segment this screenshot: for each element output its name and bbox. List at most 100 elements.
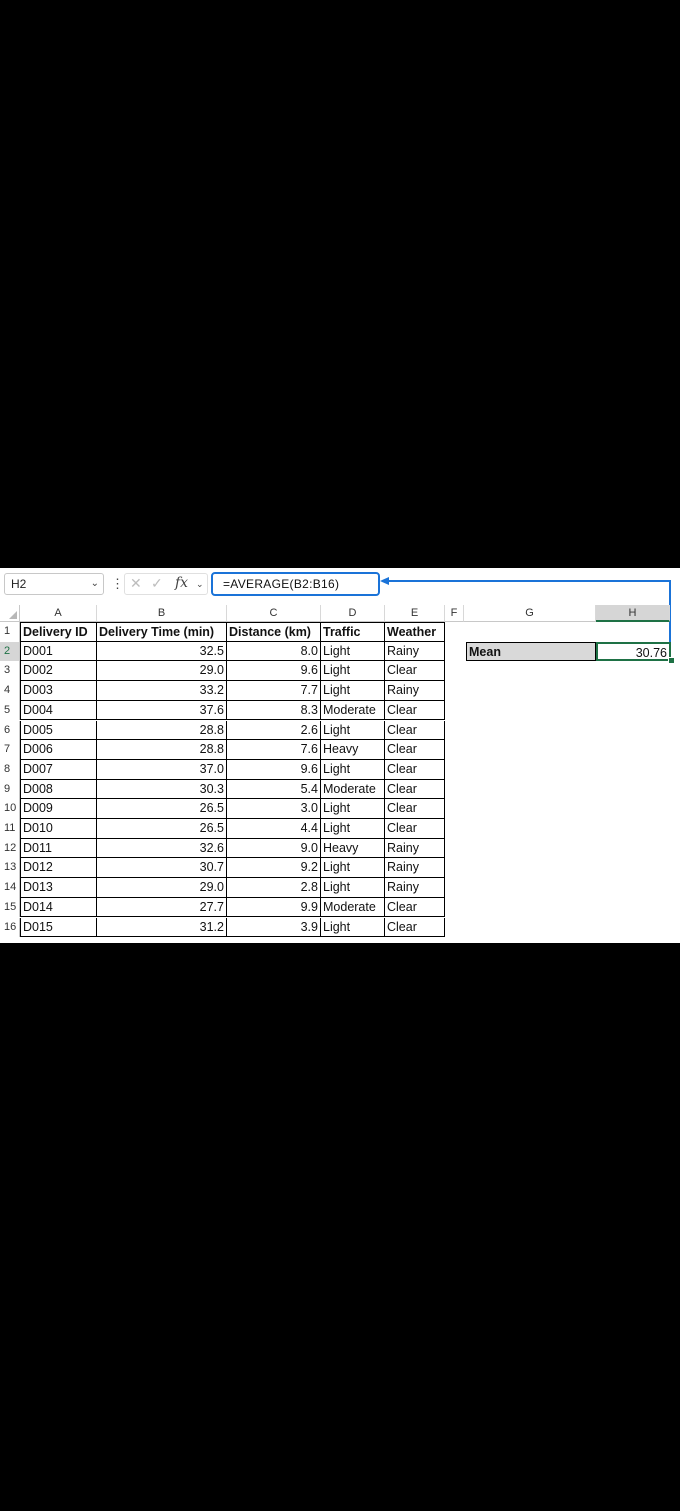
table-cell[interactable]: 31.2 xyxy=(97,917,227,938)
row-header-1[interactable]: 1 xyxy=(0,622,20,642)
table-cell[interactable]: Light xyxy=(321,878,385,898)
table-cell[interactable]: Light xyxy=(321,917,385,938)
table-cell[interactable]: D012 xyxy=(20,858,97,879)
table-cell[interactable]: 4.4 xyxy=(227,819,321,839)
enter-check-icon[interactable]: ✓ xyxy=(151,575,163,592)
table-cell[interactable]: Light xyxy=(321,720,385,741)
table-cell[interactable]: D009 xyxy=(20,799,97,819)
table-cell[interactable]: 5.4 xyxy=(227,779,321,800)
row-header-12[interactable]: 12 xyxy=(0,838,20,859)
chevron-down-icon[interactable]: ⌄ xyxy=(91,574,99,594)
table-cell[interactable]: Moderate xyxy=(321,779,385,800)
chevron-down-icon[interactable]: ⌄ xyxy=(196,579,204,590)
table-cell[interactable]: 29.0 xyxy=(97,661,227,682)
table-cell[interactable]: Rainy xyxy=(385,838,445,859)
table-cell[interactable]: 7.6 xyxy=(227,740,321,760)
column-header-e[interactable]: E xyxy=(385,605,445,622)
table-cell[interactable]: D003 xyxy=(20,681,97,701)
table-cell[interactable]: 28.8 xyxy=(97,740,227,760)
table-cell[interactable]: Moderate xyxy=(321,897,385,918)
column-header-b[interactable]: B xyxy=(97,605,227,622)
row-header-8[interactable]: 8 xyxy=(0,759,20,780)
cancel-icon[interactable]: ✕ xyxy=(130,575,142,592)
table-cell[interactable]: 33.2 xyxy=(97,681,227,701)
table-cell[interactable]: 30.7 xyxy=(97,858,227,879)
table-cell[interactable]: Light xyxy=(321,819,385,839)
table-cell[interactable]: Heavy xyxy=(321,838,385,859)
table-cell[interactable]: 3.9 xyxy=(227,917,321,938)
row-header-15[interactable]: 15 xyxy=(0,897,20,918)
table-cell[interactable]: 9.2 xyxy=(227,858,321,879)
formula-input[interactable]: =AVERAGE(B2:B16) xyxy=(211,572,380,596)
table-cell[interactable]: Clear xyxy=(385,819,445,839)
table-cell[interactable]: 28.8 xyxy=(97,720,227,741)
table-cell[interactable]: D005 xyxy=(20,720,97,741)
table-cell[interactable]: 32.6 xyxy=(97,838,227,859)
table-cell[interactable]: Light xyxy=(321,759,385,780)
table-cell[interactable]: D008 xyxy=(20,779,97,800)
row-header-3[interactable]: 3 xyxy=(0,661,20,682)
row-header-11[interactable]: 11 xyxy=(0,819,20,839)
table-cell[interactable]: 9.6 xyxy=(227,759,321,780)
table-header-cell[interactable]: Weather xyxy=(385,622,445,642)
table-header-cell[interactable]: Traffic xyxy=(321,622,385,642)
table-cell[interactable]: Clear xyxy=(385,759,445,780)
table-cell[interactable]: D004 xyxy=(20,700,97,721)
table-cell[interactable]: Rainy xyxy=(385,641,445,662)
table-cell[interactable]: 9.0 xyxy=(227,838,321,859)
row-header-14[interactable]: 14 xyxy=(0,878,20,898)
column-header-f[interactable]: F xyxy=(445,605,464,622)
table-cell[interactable]: 2.6 xyxy=(227,720,321,741)
table-cell[interactable]: Clear xyxy=(385,897,445,918)
table-cell[interactable]: 8.0 xyxy=(227,641,321,662)
table-cell[interactable]: 30.3 xyxy=(97,779,227,800)
table-cell[interactable]: 26.5 xyxy=(97,819,227,839)
table-header-cell[interactable]: Delivery Time (min) xyxy=(97,622,227,642)
table-cell[interactable]: 8.3 xyxy=(227,700,321,721)
more-options-icon[interactable]: ⋮ xyxy=(111,576,124,592)
column-header-d[interactable]: D xyxy=(321,605,385,622)
table-cell[interactable]: 37.6 xyxy=(97,700,227,721)
row-header-16[interactable]: 16 xyxy=(0,917,20,938)
table-cell[interactable]: D006 xyxy=(20,740,97,760)
table-cell[interactable]: Clear xyxy=(385,661,445,682)
table-cell[interactable]: Light xyxy=(321,661,385,682)
insert-function-icon[interactable]: fx xyxy=(175,575,188,591)
column-header-g[interactable]: G xyxy=(464,605,596,622)
table-cell[interactable]: D015 xyxy=(20,917,97,938)
table-cell[interactable]: Rainy xyxy=(385,858,445,879)
table-cell[interactable]: Light xyxy=(321,681,385,701)
table-cell[interactable]: 9.6 xyxy=(227,661,321,682)
row-header-13[interactable]: 13 xyxy=(0,858,20,879)
table-cell[interactable]: 37.0 xyxy=(97,759,227,780)
table-cell[interactable]: 3.0 xyxy=(227,799,321,819)
fill-handle[interactable] xyxy=(668,657,675,665)
mean-value-cell[interactable]: 30.76 xyxy=(596,641,671,662)
row-header-10[interactable]: 10 xyxy=(0,799,20,819)
row-header-5[interactable]: 5 xyxy=(0,700,20,721)
table-cell[interactable]: Clear xyxy=(385,779,445,800)
mean-label-cell[interactable]: Mean xyxy=(466,641,596,662)
table-cell[interactable]: D010 xyxy=(20,819,97,839)
column-header-h[interactable]: H xyxy=(596,605,670,622)
select-all-corner[interactable] xyxy=(0,605,20,622)
table-cell[interactable]: 32.5 xyxy=(97,641,227,662)
table-cell[interactable]: D011 xyxy=(20,838,97,859)
table-cell[interactable]: D002 xyxy=(20,661,97,682)
table-cell[interactable]: Heavy xyxy=(321,740,385,760)
row-header-7[interactable]: 7 xyxy=(0,740,20,760)
table-cell[interactable]: Clear xyxy=(385,799,445,819)
table-cell[interactable]: Light xyxy=(321,799,385,819)
table-cell[interactable]: Clear xyxy=(385,720,445,741)
table-cell[interactable]: Rainy xyxy=(385,681,445,701)
table-cell[interactable]: Clear xyxy=(385,740,445,760)
table-cell[interactable]: Clear xyxy=(385,700,445,721)
table-cell[interactable]: 27.7 xyxy=(97,897,227,918)
table-cell[interactable]: 2.8 xyxy=(227,878,321,898)
table-cell[interactable]: 26.5 xyxy=(97,799,227,819)
table-cell[interactable]: Clear xyxy=(385,917,445,938)
table-cell[interactable]: D001 xyxy=(20,641,97,662)
row-header-2[interactable]: 2 xyxy=(0,641,20,662)
row-header-9[interactable]: 9 xyxy=(0,779,20,800)
table-cell[interactable]: Rainy xyxy=(385,878,445,898)
